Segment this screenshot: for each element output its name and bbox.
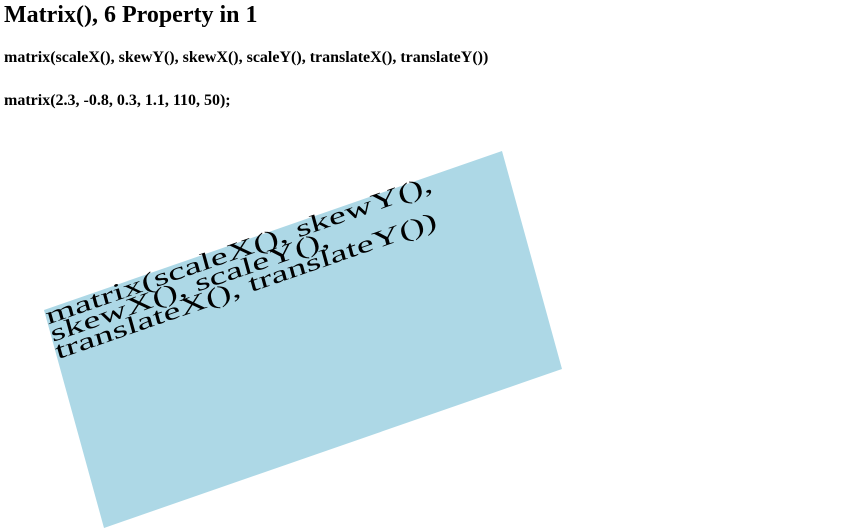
transformed-box: matrix(scaleX(), skewY(), skewX(), scale… (43, 151, 562, 528)
page-title: Matrix(), 6 Property in 1 (4, 2, 258, 28)
syntax-heading: matrix(scaleX(), skewY(), skewX(), scale… (4, 49, 489, 66)
box-text-line-3: translateX(), translateY()) (52, 208, 440, 366)
example-heading: matrix(2.3, -0.8, 0.3, 1.1, 110, 50); (4, 92, 231, 109)
